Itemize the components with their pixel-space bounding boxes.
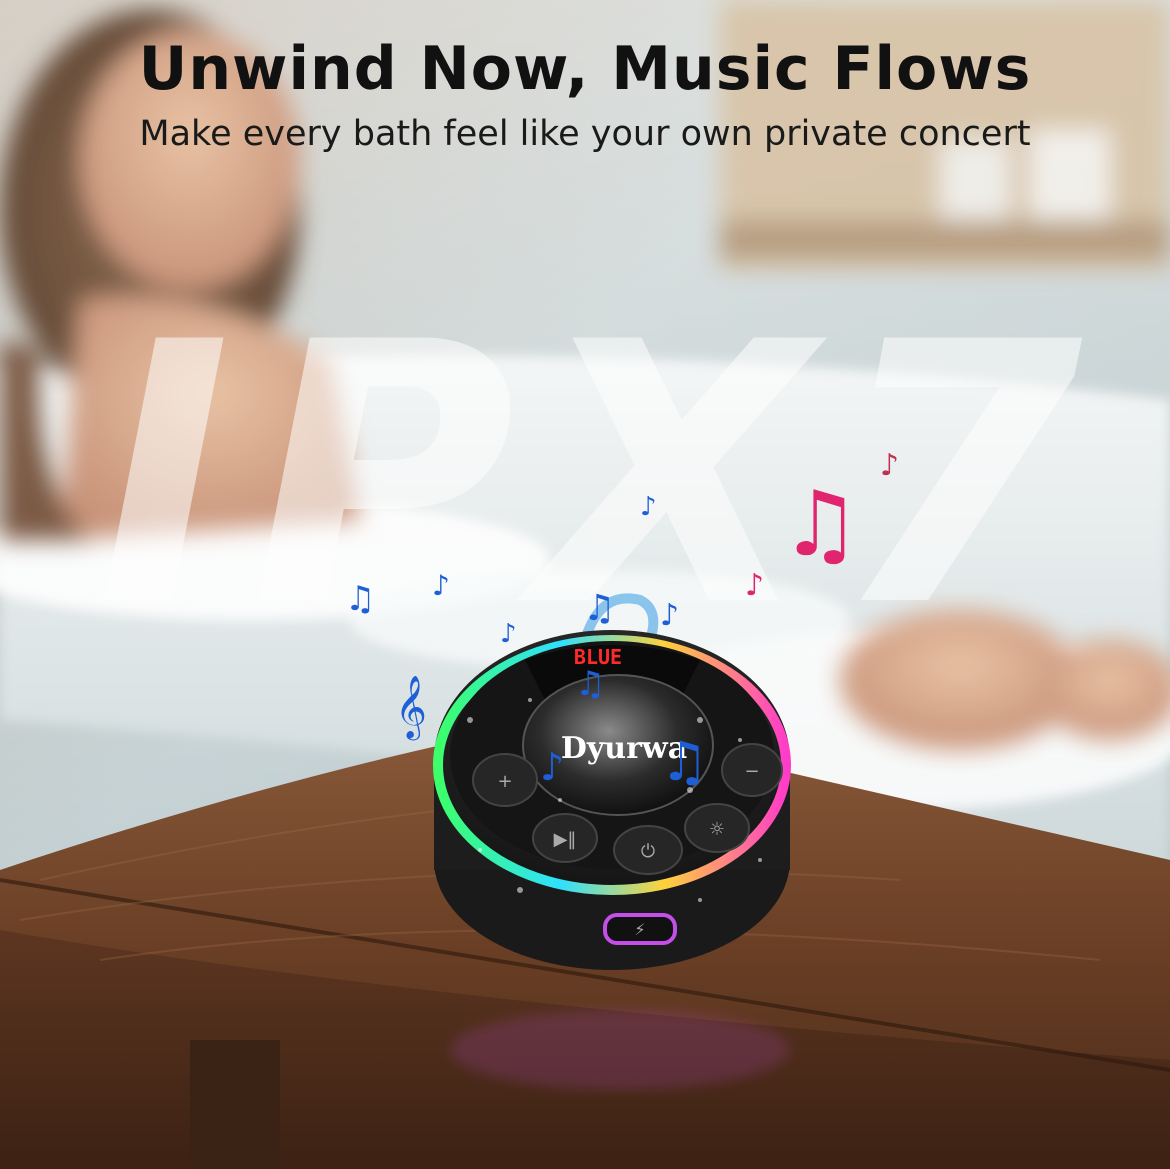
headline: Unwind Now, Music Flows bbox=[138, 34, 1032, 104]
svg-text:♫: ♫ bbox=[780, 472, 861, 577]
svg-text:♪: ♪ bbox=[640, 492, 657, 522]
svg-text:♪: ♪ bbox=[660, 598, 679, 633]
subline: Make every bath feel like your own priva… bbox=[139, 114, 1031, 154]
svg-text:♪: ♪ bbox=[880, 448, 899, 483]
svg-text:♪: ♪ bbox=[540, 745, 564, 789]
svg-text:▶‖: ▶‖ bbox=[554, 829, 577, 850]
bath-scene: IPX7 BLUE Dyurwa + ▶‖ ⏻ ☼ − ⚡ ♫ ♪ ♪ ♫ ♪ … bbox=[0, 0, 1170, 1169]
svg-text:♫: ♫ bbox=[575, 664, 605, 704]
svg-text:♫: ♫ bbox=[345, 579, 375, 619]
svg-text:☼: ☼ bbox=[709, 819, 725, 840]
svg-text:♪: ♪ bbox=[500, 619, 517, 649]
svg-text:♪: ♪ bbox=[745, 568, 764, 603]
svg-text:⚡: ⚡ bbox=[634, 920, 645, 939]
svg-text:♫: ♫ bbox=[583, 588, 615, 629]
svg-text:⏻: ⏻ bbox=[641, 841, 655, 862]
svg-text:+: + bbox=[497, 771, 512, 792]
svg-text:𝄞: 𝄞 bbox=[395, 675, 427, 741]
svg-text:♫: ♫ bbox=[660, 730, 708, 793]
svg-text:−: − bbox=[744, 761, 759, 782]
svg-text:♪: ♪ bbox=[432, 569, 450, 602]
